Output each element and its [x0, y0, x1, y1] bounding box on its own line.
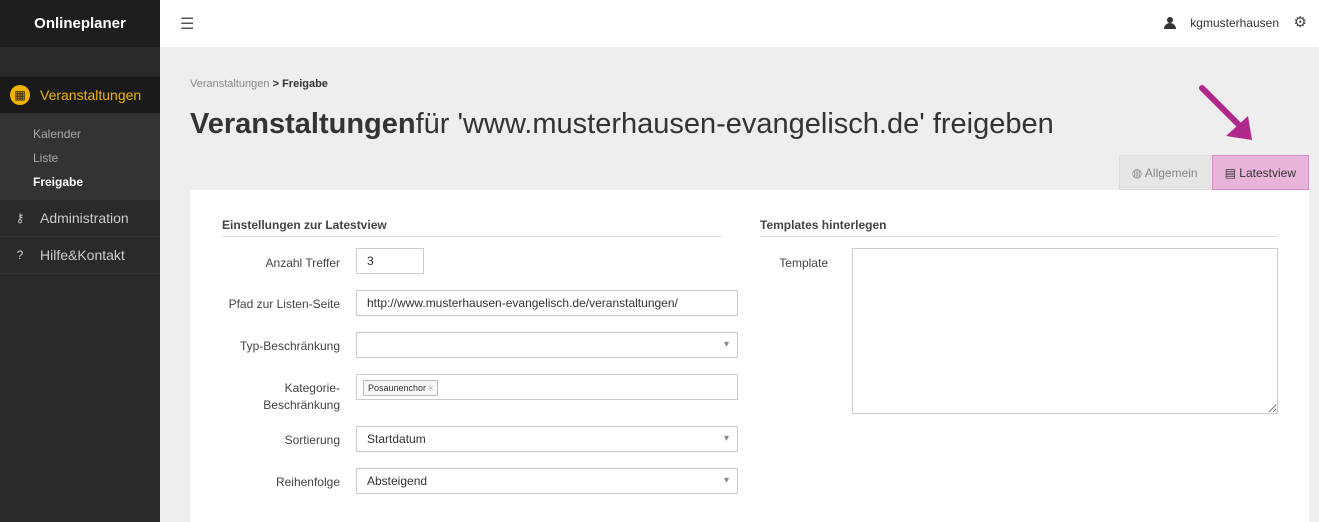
- sidebar-menu: ▦ Veranstaltungen Kalender Liste Freigab…: [0, 77, 160, 274]
- tab-label: Latestview: [1239, 166, 1296, 180]
- page-title-rest: für 'www.musterhausen-evangelisch.de' fr…: [415, 108, 1054, 140]
- globe-icon: ◍: [1131, 166, 1143, 180]
- sidebar-item-administration[interactable]: ⚷ Administration: [0, 200, 160, 237]
- kategorie-multiselect[interactable]: Posaunenchor ×: [356, 374, 738, 400]
- sortierung-select[interactable]: Startdatum: [356, 426, 738, 452]
- tab-latestview[interactable]: ▤ Latestview: [1211, 155, 1309, 190]
- sidebar-subitem-freigabe[interactable]: Freigabe: [0, 170, 160, 194]
- close-icon[interactable]: ×: [428, 383, 433, 393]
- key-icon: ⚷: [15, 210, 25, 225]
- reihenfolge-label: Reihenfolge: [275, 475, 340, 489]
- template-label: Template: [779, 256, 828, 270]
- page-title-strong: Veranstaltungen: [190, 108, 416, 140]
- anzahl-label: Anzahl Treffer: [265, 256, 340, 270]
- section-heading-latestview: Einstellungen zur Latestview: [222, 218, 722, 237]
- user-icon: [1164, 17, 1177, 29]
- kategorie-tag-label: Posaunenchor: [368, 383, 427, 393]
- gear-icon[interactable]: ⚙: [1294, 13, 1307, 31]
- kategorie-tag: Posaunenchor ×: [363, 380, 439, 396]
- hamburger-icon[interactable]: ☰: [180, 14, 194, 34]
- app-brand[interactable]: Onlineplaner: [0, 0, 160, 47]
- annotation-arrow-icon: [1199, 85, 1252, 140]
- tab-bar: ◍ Allgemein ▤ Latestview: [1118, 155, 1309, 190]
- sidebar-submenu: Kalender Liste Freigabe: [0, 114, 160, 200]
- question-icon: ?: [16, 247, 24, 262]
- tab-allgemein[interactable]: ◍ Allgemein: [1118, 155, 1211, 190]
- settings-panel: Einstellungen zur Latestview Templates h…: [190, 190, 1309, 522]
- page-title: Veranstaltungenfür 'www.musterhausen-eva…: [190, 108, 1054, 141]
- breadcrumb: Veranstaltungen > Freigabe: [190, 78, 328, 90]
- kategorie-label-line1: Kategorie-: [284, 381, 340, 395]
- typ-label: Typ-Beschränkung: [239, 339, 340, 353]
- user-menu[interactable]: kgmusterhausen: [1164, 16, 1279, 30]
- kategorie-label: Kategorie- Beschränkung: [200, 380, 340, 414]
- section-heading-templates: Templates hinterlegen: [760, 218, 1278, 237]
- breadcrumb-parent[interactable]: Veranstaltungen: [190, 78, 270, 90]
- breadcrumb-current: Freigabe: [282, 78, 328, 90]
- sidebar-subitem-kalender[interactable]: Kalender: [0, 122, 160, 146]
- sortierung-label: Sortierung: [284, 433, 340, 447]
- sidebar-subitem-liste[interactable]: Liste: [0, 146, 160, 170]
- sidebar: Onlineplaner ▦ Veranstaltungen Kalender …: [0, 0, 160, 522]
- anzahl-input[interactable]: 3: [356, 248, 424, 274]
- breadcrumb-separator: >: [272, 78, 280, 90]
- sidebar-item-label: Hilfe&Kontakt: [40, 246, 125, 263]
- sidebar-item-veranstaltungen[interactable]: ▦ Veranstaltungen: [0, 77, 160, 114]
- kategorie-label-line2: Beschränkung: [263, 398, 340, 412]
- topbar: ☰ kgmusterhausen ⚙: [160, 0, 1319, 47]
- username: kgmusterhausen: [1190, 16, 1279, 30]
- pfad-input[interactable]: http://www.musterhausen-evangelisch.de/v…: [356, 290, 738, 316]
- sidebar-item-label: Administration: [40, 209, 129, 226]
- pfad-label: Pfad zur Listen-Seite: [228, 297, 340, 311]
- newspaper-icon: ▤: [1224, 166, 1236, 180]
- typ-select[interactable]: [356, 332, 738, 358]
- calendar-icon: ▦: [10, 85, 30, 105]
- template-textarea[interactable]: [852, 248, 1278, 414]
- sidebar-item-hilfe[interactable]: ? Hilfe&Kontakt: [0, 237, 160, 274]
- reihenfolge-select[interactable]: Absteigend: [356, 468, 738, 494]
- tab-label: Allgemein: [1144, 166, 1198, 180]
- sidebar-item-label: Veranstaltungen: [40, 86, 142, 103]
